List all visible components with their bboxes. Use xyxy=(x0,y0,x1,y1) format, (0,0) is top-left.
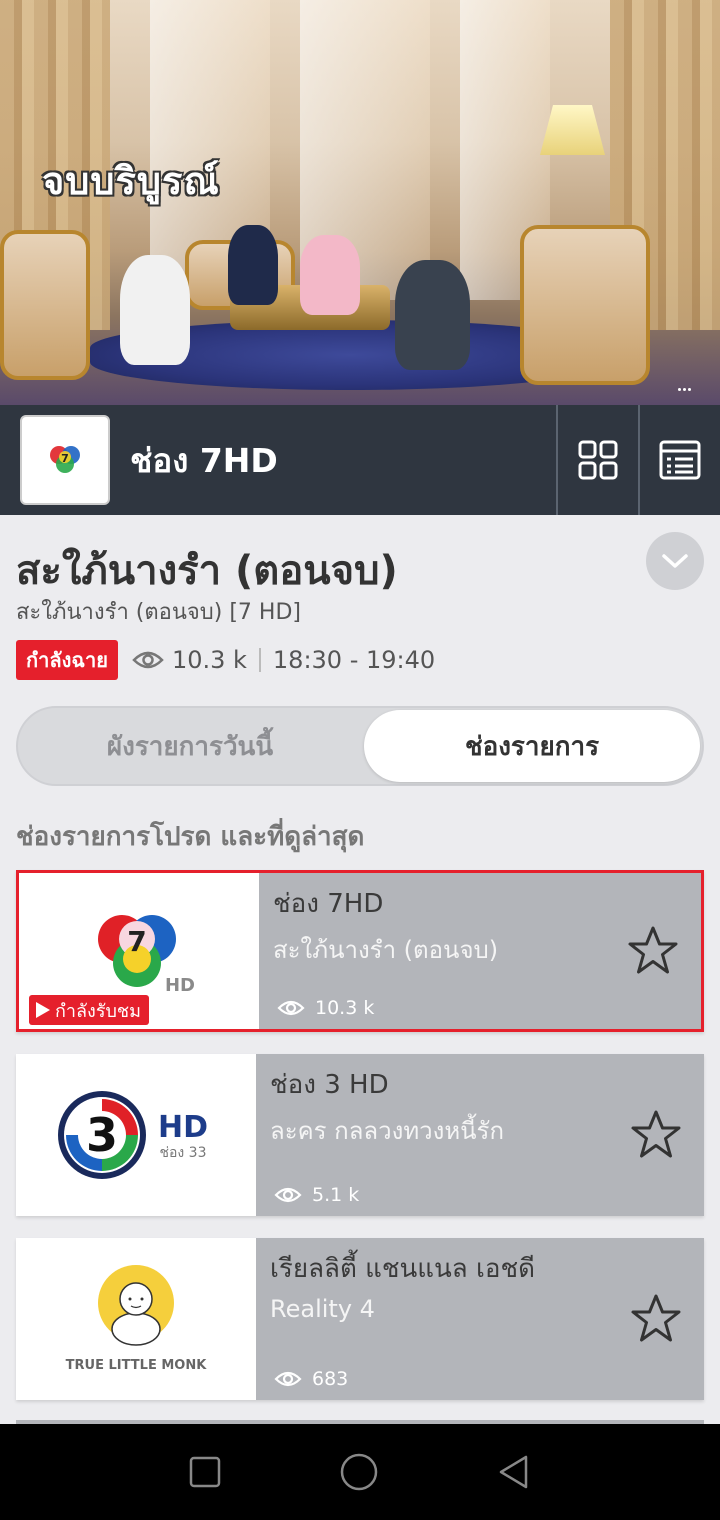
channel-info: ช่อง 3 HD ละคร กลลวงทวงหนี้รัก 5.1 k xyxy=(256,1054,704,1216)
person xyxy=(395,260,470,370)
home-circle-icon[interactable] xyxy=(339,1452,379,1492)
star-icon[interactable] xyxy=(627,925,679,977)
channel-info: ช่อง 7HD สะใภ้นางรำ (ตอนจบ) 10.3 k xyxy=(259,873,701,1029)
recents-square-icon[interactable] xyxy=(188,1455,222,1489)
channel-name: ช่อง 7HD xyxy=(130,440,278,480)
program-title: สะใภ้นางรำ (ตอนจบ) xyxy=(16,548,398,594)
list-icon xyxy=(659,440,701,480)
program-time: 18:30 - 19:40 xyxy=(272,646,436,674)
view-count: 10.3 k xyxy=(132,646,247,674)
section-title: ช่องรายการโปรด และที่ดูล่าสุด xyxy=(16,822,365,852)
collapse-button[interactable] xyxy=(646,532,704,590)
sofa xyxy=(0,230,90,380)
video-player[interactable]: จบบริบูรณ์ xyxy=(0,0,720,405)
person xyxy=(300,235,360,315)
svg-text:HD: HD xyxy=(165,975,195,996)
channel-name: ช่อง 7HD xyxy=(273,889,384,919)
svg-text:3: 3 xyxy=(86,1108,118,1162)
channel-name: ช่อง 3 HD xyxy=(270,1070,389,1100)
channel-views-value: 5.1 k xyxy=(312,1184,360,1206)
eye-icon xyxy=(277,1000,305,1016)
channel-thumb: 7 HD กำลังรับชม xyxy=(19,873,259,1029)
svg-text:TRUE LITTLE MONK: TRUE LITTLE MONK xyxy=(66,1358,208,1373)
channel-info: เรียลลิตี้ แชนแนล เอชดี Reality 4 683 xyxy=(256,1238,704,1400)
more-dots-icon[interactable] xyxy=(678,388,692,392)
channel-bar: 7 ช่อง 7HD xyxy=(0,405,720,515)
channel-card[interactable]: 3 HD ช่อง 33 ช่อง 3 HD ละคร กลลวงทวงหนี้… xyxy=(16,1054,704,1216)
star-icon[interactable] xyxy=(630,1293,682,1345)
tab-today-schedule[interactable]: ผังรายการวันนี้ xyxy=(22,710,358,782)
channel-program: สะใภ้นางรำ (ตอนจบ) xyxy=(273,936,499,964)
channel7-logo-icon: 7 xyxy=(50,446,80,473)
watching-badge: กำลังรับชม xyxy=(29,995,150,1025)
view-count-value: 10.3 k xyxy=(171,646,247,674)
tab-channels[interactable]: ช่องรายการ xyxy=(364,710,700,782)
back-triangle-icon[interactable] xyxy=(496,1454,532,1490)
channel-card[interactable]: 7 HD กำลังรับชม ช่อง 7HD สะใภ้นางรำ (ตอน… xyxy=(16,870,704,1032)
tab-switcher: ผังรายการวันนี้ ช่องรายการ xyxy=(16,706,704,786)
person xyxy=(120,255,190,365)
program-subtitle: สะใภ้นางรำ (ตอนจบ) [7 HD] xyxy=(16,600,301,625)
play-icon xyxy=(36,1002,50,1018)
svg-text:ช่อง 33: ช่อง 33 xyxy=(159,1145,206,1161)
eye-icon xyxy=(132,651,164,669)
channel-card[interactable]: TRUE LITTLE MONK เรียลลิตี้ แชนแนล เอชดี… xyxy=(16,1238,704,1400)
monk-logo-icon: TRUE LITTLE MONK xyxy=(66,1265,208,1373)
program-guide-button[interactable] xyxy=(638,405,720,515)
eye-icon xyxy=(274,1371,302,1387)
channel-program: Reality 4 xyxy=(270,1295,375,1323)
svg-text:7: 7 xyxy=(61,452,69,465)
system-nav-bar xyxy=(0,1424,720,1520)
grid-view-button[interactable] xyxy=(556,405,638,515)
channel7-logo-icon: 7 HD xyxy=(98,915,195,996)
channel-program: ละคร กลลวงทวงหนี้รัก xyxy=(270,1117,504,1145)
grid-icon xyxy=(578,440,618,480)
chevron-down-icon xyxy=(662,554,688,568)
channel-views-value: 10.3 k xyxy=(315,997,375,1019)
svg-text:7: 7 xyxy=(127,925,146,958)
channel-thumb: TRUE LITTLE MONK xyxy=(16,1238,256,1400)
live-badge: กำลังฉาย xyxy=(16,640,118,680)
channel-views-value: 683 xyxy=(312,1368,349,1390)
channel-views: 683 xyxy=(274,1368,348,1390)
person xyxy=(228,225,278,305)
channel-views: 10.3 k xyxy=(277,997,374,1019)
channel-name: เรียลลิตี้ แชนแนล เอชดี xyxy=(270,1254,536,1284)
channel3-logo-icon: 3 HD ช่อง 33 xyxy=(58,1091,208,1179)
channel-logo: 7 xyxy=(20,415,110,505)
channel-thumb: 3 HD ช่อง 33 xyxy=(16,1054,256,1216)
program-meta: กำลังฉาย 10.3 k 18:30 - 19:40 xyxy=(16,640,435,680)
watching-label: กำลังรับชม xyxy=(55,1000,142,1022)
channel-views: 5.1 k xyxy=(274,1184,359,1206)
svg-text:HD: HD xyxy=(158,1110,208,1145)
divider xyxy=(258,648,261,672)
video-caption: จบบริบูรณ์ xyxy=(42,159,220,203)
eye-icon xyxy=(274,1187,302,1203)
star-icon[interactable] xyxy=(630,1109,682,1161)
sofa xyxy=(520,225,650,385)
